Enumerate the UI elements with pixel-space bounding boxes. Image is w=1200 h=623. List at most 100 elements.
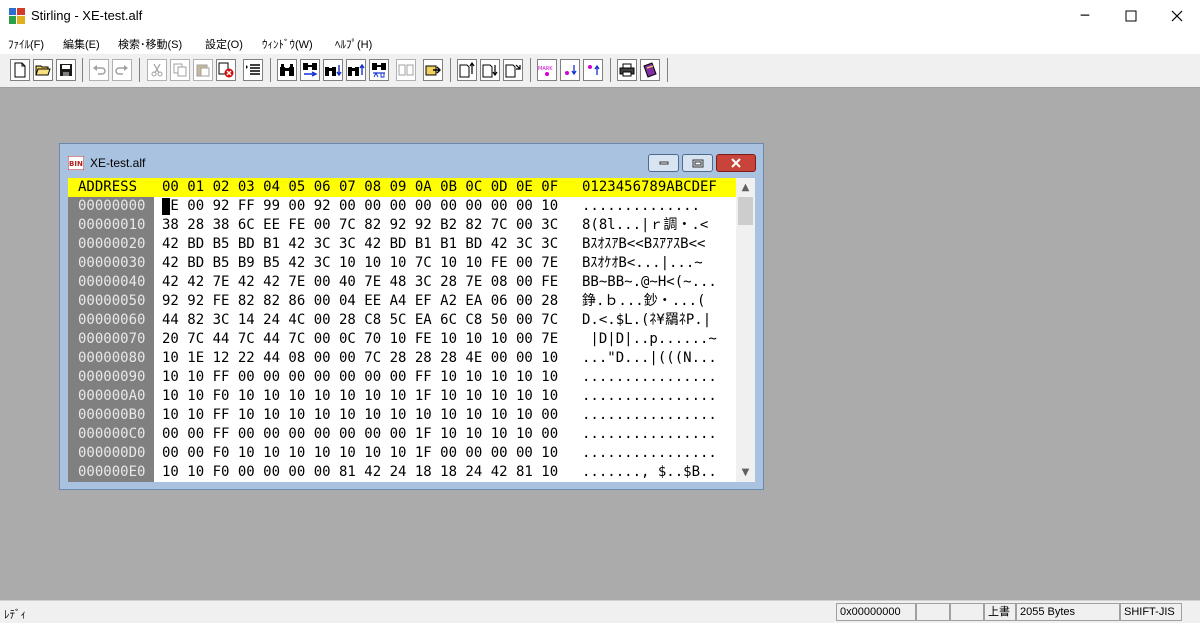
- row-ascii[interactable]: ................: [582, 368, 717, 387]
- write-block-down-button[interactable]: [503, 59, 523, 81]
- row-ascii[interactable]: D.<.$L.(ﾈ¥羂ﾈP.|: [582, 311, 711, 330]
- row-hex[interactable]: 00 00 FF 00 00 00 00 00 00 00 1F 10 10 1…: [162, 425, 558, 444]
- row-address: 00000010: [78, 217, 146, 233]
- row-hex[interactable]: 10 1E 12 22 44 08 00 00 7C 28 28 28 4E 0…: [162, 349, 558, 368]
- new-file-button[interactable]: [10, 59, 30, 81]
- undo-button[interactable]: [89, 59, 109, 81]
- open-book-icon: [398, 64, 414, 76]
- row-ascii[interactable]: BB~BB~.@~H<(~...: [582, 273, 717, 292]
- row-hex[interactable]: 42 BD B5 B9 B5 42 3C 10 10 10 7C 10 10 F…: [162, 254, 558, 273]
- open-folder-button[interactable]: [33, 59, 53, 81]
- row-hex[interactable]: 10 10 F0 10 10 10 10 10 10 10 1F 10 10 1…: [162, 387, 558, 406]
- insert-file-button[interactable]: [457, 59, 477, 81]
- menu-help[interactable]: ﾍﾙﾌﾟ(H): [335, 36, 372, 52]
- copy-icon: [173, 63, 187, 77]
- find-up-button[interactable]: [346, 59, 366, 81]
- vertical-scrollbar[interactable]: ▲ ▼: [736, 178, 755, 482]
- redo-button[interactable]: [112, 59, 132, 81]
- copy-button[interactable]: [170, 59, 190, 81]
- minimize-icon: ─: [1080, 8, 1090, 24]
- row-ascii[interactable]: 8(8l...|ｒ調・.<: [582, 216, 708, 235]
- row-hex[interactable]: 10 10 FF 00 00 00 00 00 00 00 FF 10 10 1…: [162, 368, 558, 387]
- edit-cursor: [162, 198, 170, 215]
- new-file-icon: [14, 62, 26, 78]
- redo-icon: [115, 65, 128, 75]
- mark-prev-button[interactable]: [560, 59, 580, 81]
- mark-button[interactable]: MARK: [537, 59, 557, 81]
- print-button[interactable]: [617, 59, 637, 81]
- row-ascii[interactable]: ......., $..$B..: [582, 463, 717, 482]
- status-offset: 0x00000000: [836, 603, 916, 621]
- row-ascii[interactable]: ................: [582, 425, 717, 444]
- find-replace-button[interactable]: [300, 59, 320, 81]
- mark-up-icon: [588, 64, 600, 75]
- row-hex[interactable]: 10 10 FF 10 10 10 10 10 10 10 10 10 10 1…: [162, 406, 558, 425]
- window-title: Stirling - XE-test.alf: [31, 8, 143, 23]
- select-list-button[interactable]: [243, 59, 263, 81]
- row-address: 000000A0: [78, 388, 146, 404]
- menu-file[interactable]: ﾌｧｲﾙ(F): [8, 36, 44, 52]
- binary-compare-button[interactable]: [396, 59, 416, 81]
- row-ascii[interactable]: |D|D|..p......~: [582, 330, 716, 349]
- book-button[interactable]: [640, 59, 660, 81]
- row-address: 00000020: [78, 236, 146, 252]
- menu-search-move[interactable]: 検索･移動(S): [118, 36, 182, 52]
- scroll-thumb[interactable]: [738, 197, 753, 225]
- menu-settings[interactable]: 設定(O): [205, 36, 243, 52]
- row-hex[interactable]: 92 92 FE 82 82 86 00 04 EE A4 EF A2 EA 0…: [162, 292, 558, 311]
- row-address: 00000060: [78, 312, 146, 328]
- row-ascii[interactable]: ................: [582, 406, 717, 425]
- row-hex[interactable]: 42 42 7E 42 42 7E 00 40 7E 48 3C 28 7E 0…: [162, 273, 558, 292]
- write-block-button[interactable]: [480, 59, 500, 81]
- row-ascii[interactable]: ..."D...|(((N...: [582, 349, 717, 368]
- find-button[interactable]: [277, 59, 297, 81]
- find-compare-button[interactable]: [369, 59, 389, 81]
- row-hex[interactable]: 00 00 F0 10 10 10 10 10 10 10 1F 00 00 0…: [162, 444, 558, 463]
- cut-button[interactable]: [147, 59, 167, 81]
- row-ascii[interactable]: 錚.ｂ...鈔・...(: [582, 292, 705, 311]
- document-window: BIN XE-test.alf ADDRESS 00 01 02 03 04 0…: [59, 143, 764, 490]
- find-down-button[interactable]: [323, 59, 343, 81]
- row-ascii[interactable]: BｽｵｹｵB<...|...~: [582, 254, 703, 273]
- hex-editor-view[interactable]: ADDRESS 00 01 02 03 04 05 06 07 08 09 0A…: [68, 178, 755, 482]
- delete-icon: [218, 62, 234, 78]
- document-title-bar[interactable]: BIN XE-test.alf: [60, 144, 763, 178]
- maximize-button[interactable]: [1108, 0, 1154, 32]
- list-icon: [246, 64, 260, 75]
- column-header: 00 01 02 03 04 05 06 07 08 09 0A 0B 0C 0…: [162, 179, 559, 195]
- mark-icon: MARK: [538, 66, 553, 76]
- row-ascii[interactable]: ................: [582, 444, 717, 463]
- maximize-icon: [1125, 10, 1137, 22]
- row-ascii[interactable]: ..............: [582, 197, 708, 216]
- menu-edit[interactable]: 編集(E): [63, 36, 100, 52]
- minimize-button[interactable]: ─: [1062, 0, 1108, 32]
- menu-window[interactable]: ｳｨﾝﾄﾞｳ(W): [262, 36, 313, 52]
- row-hex[interactable]: 44 82 3C 14 24 4C 00 28 C8 5C EA 6C C8 5…: [162, 311, 558, 330]
- doc-minimize-button[interactable]: [648, 154, 679, 172]
- scroll-up-button[interactable]: ▲: [736, 178, 755, 197]
- row-ascii[interactable]: BｽｵｽｱB<<BｽｱｱｽB<<: [582, 235, 705, 254]
- binoculars-down-icon: [325, 65, 342, 77]
- row-hex[interactable]: 20 7C 44 7C 44 7C 00 0C 70 10 FE 10 10 1…: [162, 330, 558, 349]
- file-down-icon: [482, 64, 498, 78]
- delete-button[interactable]: [216, 59, 236, 81]
- row-ascii[interactable]: ................: [582, 387, 717, 406]
- row-hex[interactable]: FE 00 92 FF 99 00 92 00 00 00 00 00 00 0…: [162, 197, 558, 216]
- binoculars-ab-icon: [372, 63, 386, 78]
- save-button[interactable]: [56, 59, 76, 81]
- paste-button[interactable]: [193, 59, 213, 81]
- jump-button[interactable]: [423, 59, 443, 81]
- close-button[interactable]: [1154, 0, 1200, 32]
- row-address: 00000090: [78, 369, 146, 385]
- toolbar-separator: [450, 58, 451, 82]
- scroll-down-button[interactable]: ▼: [736, 463, 755, 482]
- toolbar-separator: [667, 58, 668, 82]
- row-hex[interactable]: 38 28 38 6C EE FE 00 7C 82 92 92 B2 82 7…: [162, 216, 558, 235]
- doc-close-button[interactable]: [716, 154, 756, 172]
- row-hex[interactable]: 42 BD B5 BD B1 42 3C 3C 42 BD B1 B1 BD 4…: [162, 235, 558, 254]
- address-header: ADDRESS: [78, 179, 138, 195]
- mark-next-button[interactable]: [583, 59, 603, 81]
- doc-restore-button[interactable]: [682, 154, 713, 172]
- row-address: 00000030: [78, 255, 146, 271]
- row-hex[interactable]: 10 10 F0 00 00 00 00 81 42 24 18 18 24 4…: [162, 463, 558, 482]
